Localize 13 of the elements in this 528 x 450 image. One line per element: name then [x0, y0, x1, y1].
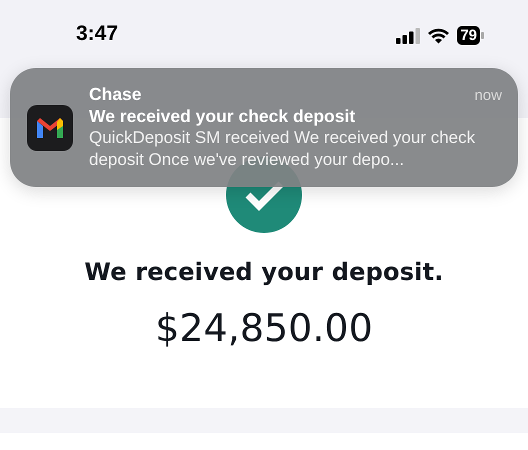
- battery-level: 79: [457, 26, 480, 45]
- mail-icon: [27, 104, 73, 150]
- notification-time: now: [474, 87, 502, 104]
- signal-icon: [396, 28, 420, 44]
- notification-body: QuickDeposit SM received We received your check deposit Once we've reviewed your depo...: [89, 127, 476, 171]
- wifi-icon: [427, 27, 450, 44]
- notification-app: Chase: [89, 84, 142, 105]
- notification-title: We received your check deposit: [89, 106, 356, 127]
- status-time: 3:47: [76, 22, 118, 46]
- deposit-amount: $24,850.00: [155, 306, 373, 350]
- battery-cap-icon: [481, 32, 484, 39]
- confirmation-title: We received your deposit.: [84, 258, 444, 286]
- notification-banner[interactable]: Chase now We received your check deposit QuickDeposit SM received We received your check deposit Once we've reviewed your depo...: [10, 68, 518, 187]
